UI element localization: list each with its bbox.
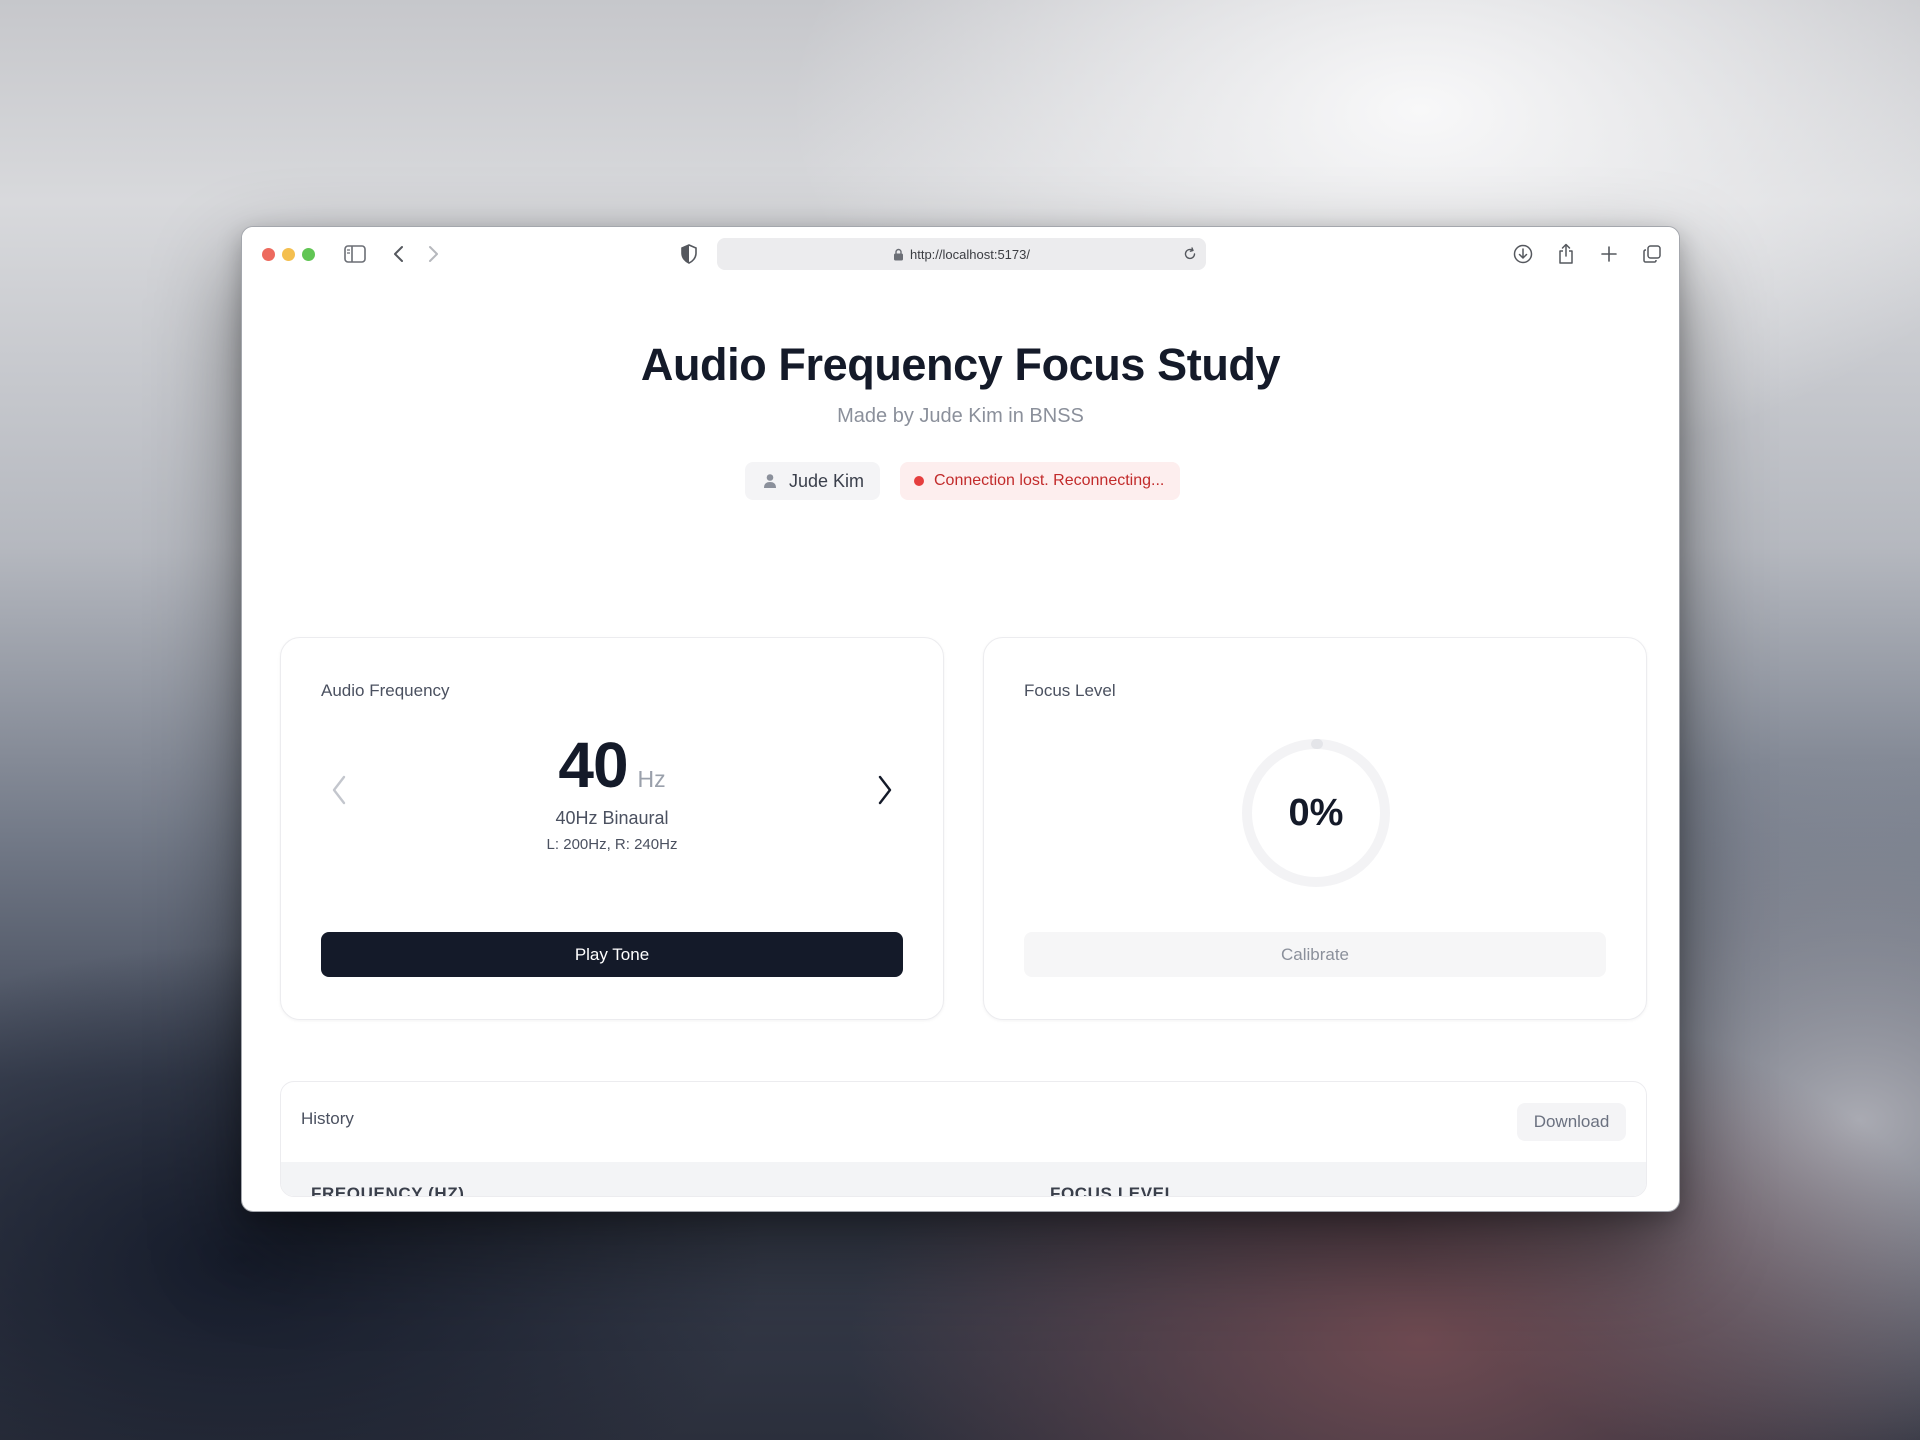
sidebar-toggle-icon[interactable] (342, 241, 368, 267)
browser-toolbar: http://localhost:5173/ (242, 227, 1679, 281)
url-text: http://localhost:5173/ (910, 246, 1030, 262)
frequency-name: 40Hz Binaural (555, 808, 669, 828)
audio-frequency-card: Audio Frequency 40 Hz 40Hz Binaural L: 20… (280, 637, 944, 1020)
focus-level-value: 0% (1288, 791, 1344, 834)
user-name: Jude Kim (789, 470, 865, 491)
page-content: Audio Frequency Focus Study Made by Jude… (242, 281, 1679, 1211)
audio-frequency-label: Audio Frequency (321, 681, 450, 700)
new-tab-plus-icon[interactable] (1596, 241, 1622, 267)
page-subtitle: Made by Jude Kim in BNSS (837, 405, 1084, 427)
frequency-display: 40 Hz (281, 728, 943, 802)
focus-level-card: Focus Level 0% Calibrate (983, 637, 1647, 1020)
forward-chevron-icon[interactable] (420, 241, 446, 267)
user-icon (763, 473, 777, 489)
zoom-window-button[interactable] (302, 248, 315, 261)
connection-status-text: Connection lost. Reconnecting... (934, 472, 1165, 489)
address-bar[interactable]: http://localhost:5173/ (717, 238, 1206, 270)
browser-window: http://localhost:5173/ Audio Frequency F… (241, 226, 1680, 1212)
frequency-detail: L: 200Hz, R: 240Hz (546, 836, 678, 853)
reload-icon[interactable] (1180, 244, 1200, 264)
history-title: History (301, 1109, 354, 1128)
focus-gauge: 0% (1241, 738, 1391, 888)
frequency-value: 40 (558, 729, 628, 801)
tab-overview-icon[interactable] (1639, 241, 1665, 267)
frequency-unit: Hz (637, 766, 666, 792)
connection-status-badge: Connection lost. Reconnecting... (900, 462, 1180, 500)
play-tone-button[interactable]: Play Tone (321, 932, 903, 977)
column-header-frequency: FREQUENCY (HZ) (311, 1184, 465, 1197)
back-chevron-icon[interactable] (386, 241, 412, 267)
share-icon[interactable] (1553, 241, 1579, 267)
page-title: Audio Frequency Focus Study (640, 339, 1281, 390)
status-row: Jude Kim Connection lost. Reconnecting..… (242, 462, 1679, 500)
focus-level-label: Focus Level (1024, 681, 1116, 700)
minimize-window-button[interactable] (282, 248, 295, 261)
close-window-button[interactable] (262, 248, 275, 261)
privacy-shield-icon[interactable] (676, 241, 702, 267)
history-table-header: FREQUENCY (HZ) FOCUS LEVEL (281, 1162, 1646, 1197)
calibrate-button[interactable]: Calibrate (1024, 932, 1606, 977)
download-button[interactable]: Download (1517, 1103, 1626, 1141)
lock-icon (893, 248, 904, 261)
status-dot-icon (914, 476, 924, 486)
download-icon[interactable] (1510, 241, 1536, 267)
column-header-focus-level: FOCUS LEVEL (1050, 1184, 1176, 1197)
history-panel: History Download FREQUENCY (HZ) FOCUS LE… (280, 1081, 1647, 1197)
user-chip: Jude Kim (745, 462, 880, 500)
